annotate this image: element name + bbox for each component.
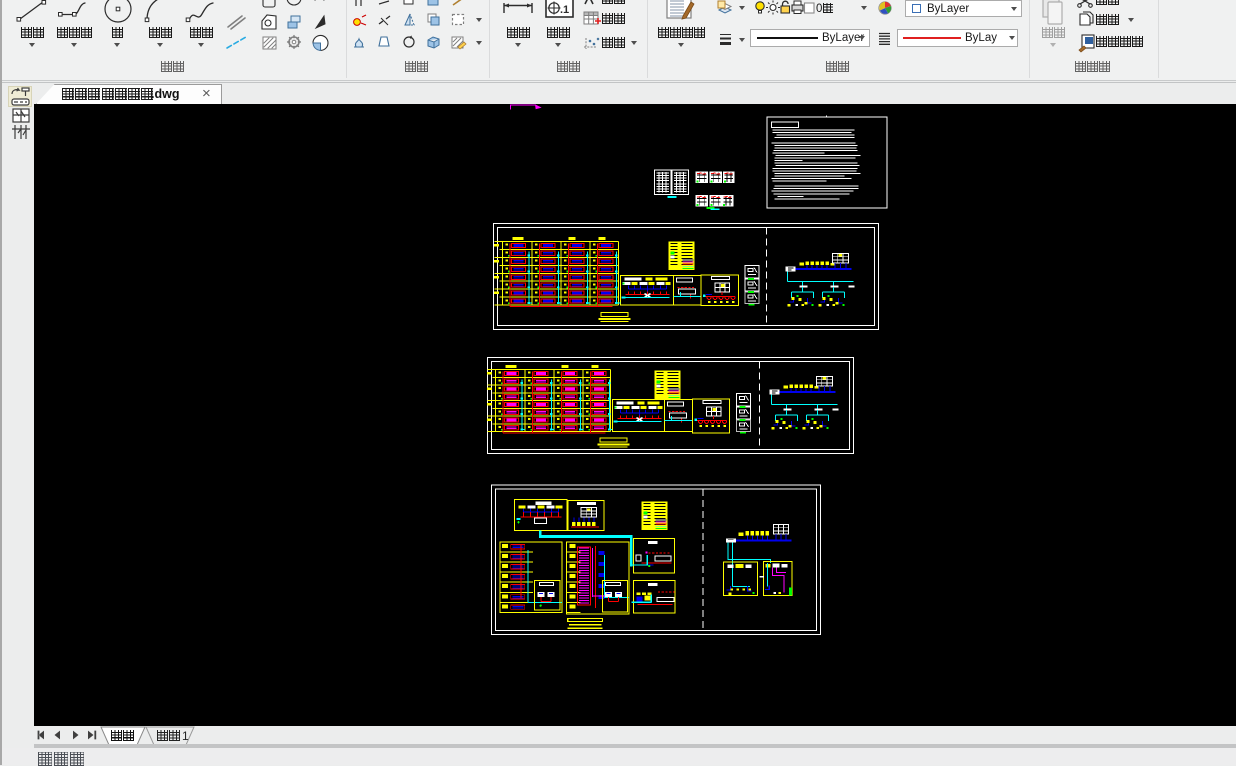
svg-text:.1: .1	[560, 4, 569, 16]
